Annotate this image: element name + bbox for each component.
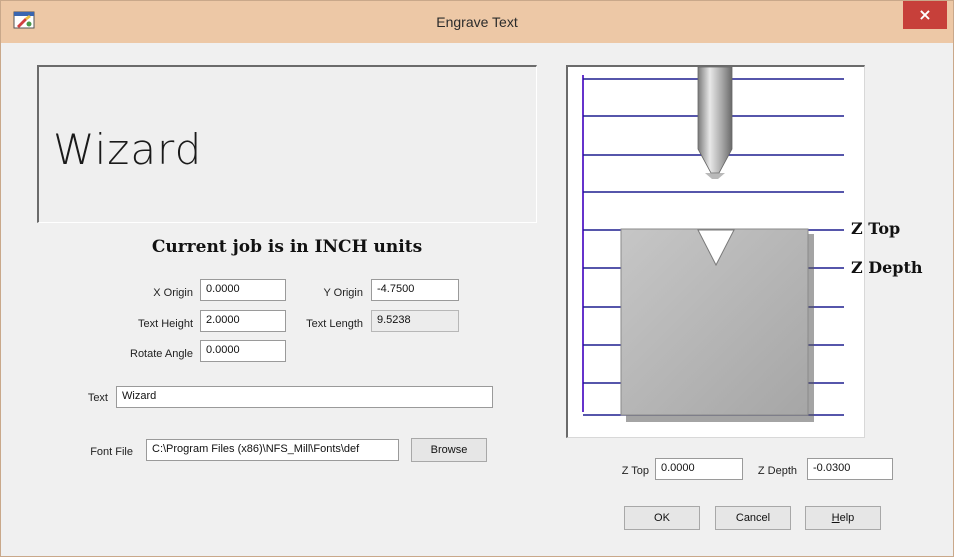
text-height-label: Text Height bbox=[137, 318, 193, 330]
text-preview-panel: Wizard bbox=[37, 65, 537, 223]
text-length-readout: 9.5238 bbox=[371, 310, 459, 332]
font-file-input[interactable]: C:\Program Files (x86)\NFS_Mill\Fonts\de… bbox=[146, 439, 399, 461]
rotate-angle-label: Rotate Angle bbox=[130, 348, 193, 360]
help-rest: elp bbox=[839, 512, 855, 524]
z-depth-diagram bbox=[566, 65, 865, 438]
x-origin-label: X Origin bbox=[153, 287, 193, 299]
window-title: Engrave Text bbox=[436, 14, 518, 30]
rotate-angle-input[interactable]: 0.0000 bbox=[200, 340, 286, 362]
title-bar[interactable]: Engrave Text × bbox=[1, 1, 953, 43]
preview-text: Wizard bbox=[53, 125, 203, 174]
y-origin-input[interactable]: -4.7500 bbox=[371, 279, 459, 301]
close-button[interactable]: × bbox=[903, 1, 947, 29]
help-button[interactable]: Help bbox=[805, 506, 881, 530]
z-depth-input[interactable]: -0.0300 bbox=[807, 458, 893, 480]
z-top-input[interactable]: 0.0000 bbox=[655, 458, 743, 480]
ok-button[interactable]: OK bbox=[624, 506, 700, 530]
x-origin-input[interactable]: 0.0000 bbox=[200, 279, 286, 301]
engraving-bit-icon bbox=[697, 66, 733, 174]
diagram-z-depth-label: Z Depth bbox=[851, 258, 923, 277]
text-length-label: Text Length bbox=[306, 318, 363, 330]
browse-button[interactable]: Browse bbox=[411, 438, 487, 462]
y-origin-label: Y Origin bbox=[323, 287, 363, 299]
z-top-label: Z Top bbox=[621, 465, 649, 477]
text-input[interactable]: Wizard bbox=[116, 386, 493, 408]
text-height-input[interactable]: 2.0000 bbox=[200, 310, 286, 332]
units-heading: Current job is in INCH units bbox=[151, 237, 423, 257]
help-mnemonic: H bbox=[831, 512, 840, 524]
diagram-graphic bbox=[582, 66, 844, 422]
engrave-text-dialog: Engrave Text × Wizard Current job is in … bbox=[0, 0, 954, 557]
font-file-label: Font File bbox=[90, 446, 133, 458]
text-label: Text bbox=[87, 392, 108, 404]
diagram-z-top-label: Z Top bbox=[851, 219, 901, 238]
z-depth-label: Z Depth bbox=[757, 465, 797, 477]
cancel-button[interactable]: Cancel bbox=[715, 506, 791, 530]
